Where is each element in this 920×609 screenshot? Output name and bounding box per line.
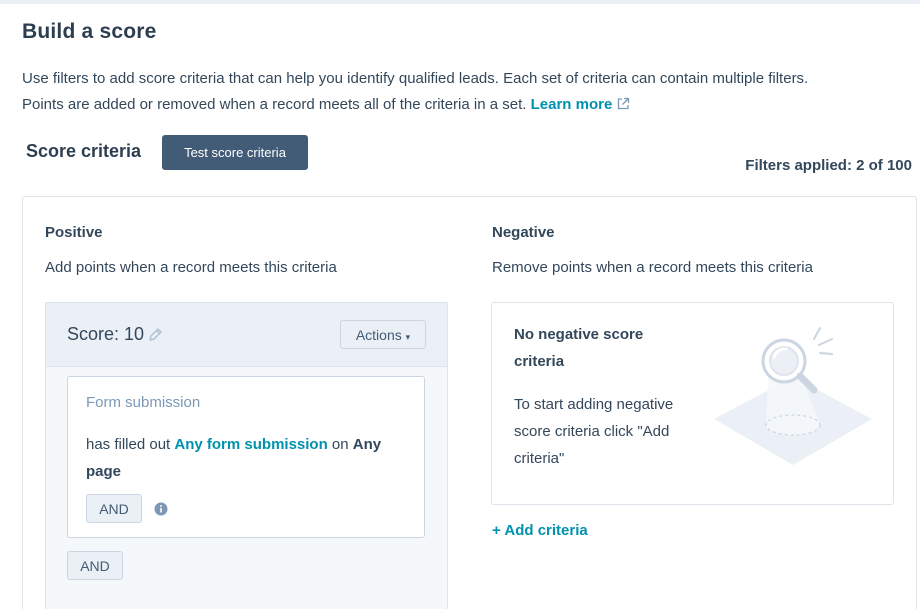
- filter-type-label: Form submission: [86, 394, 201, 411]
- filter-text-2: on: [327, 436, 353, 453]
- score-value: Score: 10: [67, 324, 145, 344]
- empty-state-body: To start adding negative score criteria …: [514, 396, 674, 467]
- score-criteria-title: Score criteria: [26, 141, 142, 161]
- positive-score-group: Score: 10 Actions ▾ Form submission has …: [45, 302, 448, 609]
- filter-text-1: has filled out: [86, 436, 175, 453]
- negative-empty-state: No negative score criteria To start addi…: [491, 302, 894, 505]
- positive-heading: Positive: [45, 224, 103, 241]
- form-submission-link[interactable]: Any form submission: [174, 436, 327, 453]
- filters-applied-count: Filters applied: 2 of 100: [745, 157, 912, 174]
- magnifier-illustration: [714, 327, 872, 465]
- score-group-header: Score: 10 Actions ▾: [46, 303, 447, 367]
- filter-card: Form submission has filled out Any form …: [67, 376, 425, 538]
- description-line-2-text: Points are added or removed when a recor…: [22, 96, 527, 113]
- external-link-icon: [618, 97, 630, 110]
- description-line-2: Points are added or removed when a recor…: [22, 92, 912, 118]
- caret-down-icon: ▾: [405, 331, 411, 342]
- empty-state-title: No negative score criteria: [514, 326, 644, 370]
- positive-subtitle: Add points when a record meets this crit…: [45, 259, 337, 276]
- inner-and-button[interactable]: AND: [86, 494, 142, 523]
- learn-more-label: Learn more: [530, 96, 613, 113]
- negative-subtitle: Remove points when a record meets this c…: [492, 259, 813, 276]
- add-criteria-link[interactable]: + Add criteria: [492, 522, 588, 539]
- page-description: Use filters to add score criteria that c…: [22, 66, 912, 118]
- filter-description: has filled out Any form submission on An…: [86, 431, 416, 485]
- pencil-icon[interactable]: [147, 327, 163, 343]
- actions-dropdown-button[interactable]: Actions ▾: [340, 320, 426, 349]
- actions-label: Actions: [355, 326, 402, 343]
- top-strip: [0, 0, 920, 4]
- criteria-panel: Positive Add points when a record meets …: [22, 196, 917, 609]
- info-icon[interactable]: [154, 502, 168, 516]
- outer-and-button[interactable]: AND: [67, 551, 123, 580]
- test-score-criteria-button[interactable]: Test score criteria: [162, 135, 308, 170]
- description-line-1: Use filters to add score criteria that c…: [22, 70, 809, 87]
- page-title: Build a score: [22, 20, 157, 43]
- learn-more-link[interactable]: Learn more: [531, 96, 631, 113]
- negative-heading: Negative: [492, 224, 555, 241]
